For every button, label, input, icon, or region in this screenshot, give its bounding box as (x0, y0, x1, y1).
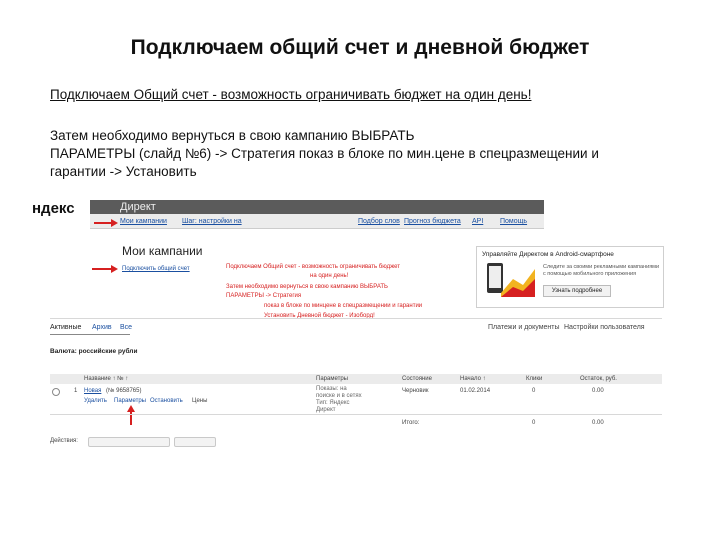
row-checkbox[interactable] (52, 388, 60, 396)
user-settings-link[interactable]: Настройки пользователя (564, 324, 645, 331)
table-header-bar (50, 374, 662, 384)
promo-text-line-1: Следите за своими рекламными кампаниями (543, 264, 660, 270)
col-clicks-header: Клики (526, 376, 543, 382)
nav-my-campaigns[interactable]: Мои кампании (120, 218, 167, 225)
header-bar (90, 200, 544, 214)
red-arrow-nav-head (111, 219, 118, 227)
nav-help[interactable]: Помощь (500, 218, 527, 225)
promo-title: Управляйте Директом в Android-смартфоне (482, 251, 614, 258)
page-heading: Мои кампании (122, 244, 203, 258)
row-params-line-1: Показы: на (316, 386, 347, 392)
nav-budget-forecast[interactable]: Прогноз бюджета (404, 218, 461, 225)
total-divider (50, 414, 662, 415)
action-stop[interactable]: Остановить (150, 398, 183, 404)
nav-step[interactable]: Шаг: настройки на (182, 218, 242, 225)
total-clicks: 0 (532, 420, 536, 426)
filter-active[interactable]: Активные (50, 324, 81, 331)
intro-line: Подключаем Общий счет - возможность огра… (50, 87, 532, 102)
red-arrow-connect (92, 268, 112, 270)
red-arrow-nav (94, 222, 112, 224)
direct-screenshot: ндекс Директ Мои кампании Шаг: настройки… (32, 200, 664, 448)
col-balance-header: Остаток, руб. (580, 376, 617, 382)
action-delete[interactable]: Удалить (84, 398, 107, 404)
annotation-5: показ в блоке по минцене в спецразмещени… (264, 303, 423, 309)
bulk-action-select[interactable] (88, 437, 170, 447)
payments-link[interactable]: Платежи и документы (488, 324, 560, 331)
total-label: Итого: (402, 420, 420, 426)
row-balance: 0.00 (592, 388, 604, 394)
red-arrow-params-head (127, 405, 135, 412)
annotation-1: Подключаем Общий счет - возможность огра… (226, 264, 401, 270)
filter-archive[interactable]: Архив (92, 324, 112, 331)
annotation-4: ПАРАМЕТРЫ -> Стратегия (226, 293, 302, 299)
action-prices[interactable]: Цены (192, 398, 207, 404)
tabs-top-divider (50, 318, 662, 319)
product-name: Директ (120, 201, 156, 213)
row-params-line-3: Тип: Яндекс (316, 400, 350, 406)
currency-label: Валюта: российские рубли (50, 348, 138, 355)
row-params-line-4: Директ (316, 407, 336, 413)
col-name-header[interactable]: Название ↑ № ↑ (84, 376, 128, 382)
slide-title: Подключаем общий счет и дневной бюджет (130, 36, 590, 59)
instructions-line-2: ПАРАМЕТРЫ (слайд №6) -> Стратегия показ … (50, 146, 599, 161)
instructions-line-3: гарантии -> Установить (50, 164, 197, 179)
red-arrow-connect-head (111, 265, 118, 273)
promo-text: Следите за своими рекламными кампаниями … (543, 264, 659, 278)
phone-chart-icon (487, 263, 535, 297)
bulk-action-apply[interactable] (174, 437, 216, 447)
row-start-date: 01.02.2014 (460, 388, 491, 394)
annotation-2: на один день! (310, 273, 349, 279)
total-balance: 0.00 (592, 420, 604, 426)
nav-word-selection[interactable]: Подбор слов (358, 218, 400, 225)
promo-text-line-2: с помощью мобильного приложения (543, 271, 637, 277)
annotation-3: Затем необходимо вернуться в свою кампан… (226, 284, 388, 290)
instructions-line-1: Затем необходимо вернуться в свою кампан… (50, 128, 415, 143)
col-params-header: Параметры (316, 376, 348, 382)
yandex-logo: ндекс (32, 200, 75, 217)
row-number: 1 (74, 388, 78, 394)
row-params: Показы: на поиске и в сетях Тип: Яндекс … (316, 386, 362, 414)
col-status-header: Состояние (402, 376, 432, 382)
row-clicks: 0 (532, 388, 536, 394)
connect-shared-account-link[interactable]: Подключить общий счет (122, 266, 190, 272)
col-start-header[interactable]: Начало ↑ (460, 376, 486, 382)
nav-api[interactable]: API (472, 218, 483, 225)
action-params[interactable]: Параметры (114, 398, 146, 404)
campaign-name-link[interactable]: Новая (84, 388, 101, 394)
active-tab-underline (50, 334, 130, 335)
android-promo-box: Управляйте Директом в Android-смартфоне … (476, 246, 664, 308)
filter-all[interactable]: Все (120, 324, 132, 331)
bulk-actions-label: Действия: (50, 438, 78, 444)
learn-more-button[interactable]: Узнать подробнее (543, 285, 611, 297)
row-params-line-2: поиске и в сетях (316, 393, 362, 399)
row-status: Черновик (402, 388, 429, 394)
campaign-id: (№ 9658765) (106, 388, 142, 394)
instructions-paragraph: Затем необходимо вернуться в свою кампан… (50, 127, 670, 181)
